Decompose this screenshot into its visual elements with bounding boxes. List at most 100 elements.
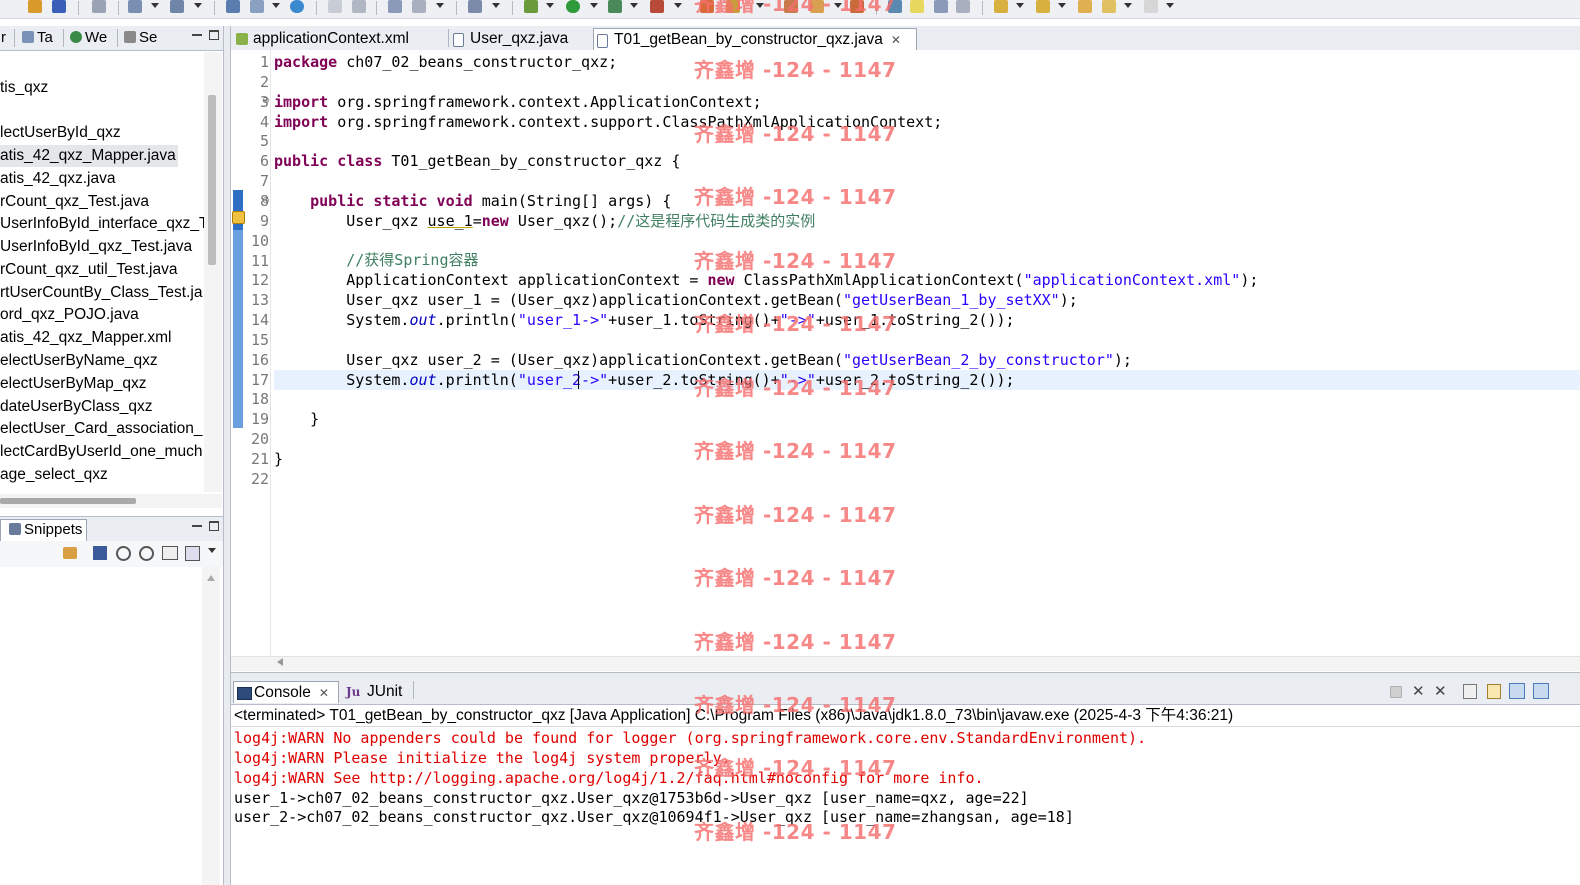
tab-console[interactable]: Console ✕ — [233, 681, 339, 703]
close-icon[interactable]: ✕ — [319, 682, 329, 704]
tree-item[interactable]: electUserByMap_qxz — [0, 373, 146, 395]
left-sash[interactable] — [223, 26, 231, 885]
tree-item[interactable]: UserInfoById_interface_qxz_T — [0, 213, 204, 235]
tab-servers[interactable]: Se — [124, 28, 157, 48]
tab-web[interactable]: We — [70, 28, 107, 48]
tab-tasks[interactable]: Ta — [22, 28, 53, 48]
tree-item[interactable]: dateUserByClass_qxz — [0, 396, 152, 418]
tab-snippets[interactable]: Snippets — [0, 519, 88, 541]
chevron-down-icon[interactable] — [1016, 3, 1024, 8]
build-icon[interactable] — [388, 0, 402, 13]
warning-icon[interactable] — [232, 211, 245, 224]
word-wrap-icon[interactable] — [1509, 683, 1525, 699]
forward-icon[interactable] — [1144, 0, 1158, 13]
globe-icon[interactable] — [290, 0, 304, 13]
zoom-100-icon[interactable] — [162, 546, 178, 560]
chevron-down-icon[interactable] — [1166, 3, 1174, 8]
new-package-icon[interactable] — [726, 0, 740, 13]
coverage-icon[interactable] — [608, 0, 622, 13]
search-icon[interactable] — [888, 0, 902, 13]
chevron-down-icon[interactable] — [546, 3, 554, 8]
chevron-down-icon[interactable] — [272, 3, 280, 8]
chevron-down-icon[interactable] — [674, 3, 682, 8]
chevron-down-icon[interactable] — [194, 3, 202, 8]
new-interface-icon[interactable] — [810, 0, 824, 13]
tree-item[interactable]: age_select_qxz — [0, 464, 108, 486]
minimize-icon[interactable] — [192, 525, 202, 527]
open-file-icon[interactable] — [250, 0, 264, 13]
scroll-lock-icon[interactable] — [1487, 684, 1501, 699]
pin-console-icon[interactable] — [1533, 683, 1549, 699]
debug-icon[interactable] — [524, 0, 538, 13]
tree-item[interactable]: UserInfoById_qxz_Test.java — [0, 236, 192, 258]
maximize-icon[interactable] — [209, 30, 219, 40]
chevron-down-icon[interactable] — [756, 3, 764, 8]
fit-icon[interactable] — [185, 546, 200, 561]
chevron-down-icon[interactable] — [1058, 3, 1066, 8]
tree-item[interactable]: tis_qxz — [0, 77, 48, 99]
chevron-down-icon[interactable] — [492, 3, 500, 8]
tree-item[interactable]: lectCardByUserId_one_much — [0, 441, 202, 463]
maximize-icon[interactable] — [209, 521, 219, 531]
view-menu-icon[interactable] — [208, 548, 216, 553]
next-annotation-icon[interactable] — [994, 0, 1008, 13]
run-icon[interactable] — [566, 0, 580, 13]
tree-item[interactable]: atis_42_qxz_Mapper.java — [0, 145, 178, 167]
tree-item[interactable]: atis_42_qxz_Mapper.xml — [0, 327, 171, 349]
wizard-icon[interactable] — [128, 0, 142, 13]
tree-item[interactable]: lectUserById_qxz — [0, 122, 121, 144]
back-icon[interactable] — [1102, 0, 1116, 13]
fold-toggle-icon[interactable]: ⊖ — [262, 190, 270, 210]
clean-icon[interactable] — [412, 0, 426, 13]
chevron-down-icon[interactable] — [630, 3, 638, 8]
close-icon[interactable]: ✕ — [891, 29, 901, 51]
tab-user-qxz-java[interactable]: User_qxz.java — [450, 28, 592, 50]
tree-item[interactable]: ord_qxz_POJO.java — [0, 304, 139, 326]
clear-console-icon[interactable] — [1463, 684, 1477, 699]
tree-item[interactable]: rtUserCountBy_Class_Test.ja — [0, 282, 202, 304]
explorer-vertical-scroll-thumb[interactable] — [208, 95, 216, 265]
explorer-horizontal-scroll-thumb[interactable] — [0, 498, 136, 504]
open-type-icon[interactable] — [226, 0, 240, 13]
grid-icon[interactable] — [93, 546, 107, 560]
scroll-left-icon[interactable] — [277, 658, 283, 666]
toggle-mark-icon[interactable] — [934, 0, 948, 13]
tab-junit[interactable]: Ju JUnit — [343, 681, 415, 703]
open-task-icon[interactable] — [850, 0, 864, 13]
new-icon[interactable] — [28, 0, 42, 13]
history-icon[interactable] — [352, 0, 366, 13]
last-edit-icon[interactable] — [1078, 0, 1092, 13]
tree-item[interactable]: electUserByName_qxz — [0, 350, 158, 372]
chevron-down-icon[interactable] — [1124, 3, 1132, 8]
tree-item[interactable]: rCount_qxz_util_Test.java — [0, 259, 178, 281]
tree-item[interactable]: rCount_qxz_Test.java — [0, 191, 149, 213]
chevron-down-icon[interactable] — [436, 3, 444, 8]
show-whitespace-icon[interactable] — [956, 0, 970, 13]
scroll-up-icon[interactable] — [207, 575, 215, 581]
fold-toggle-icon[interactable]: ⊖ — [262, 90, 270, 110]
zoom-out-icon[interactable] — [116, 546, 131, 561]
external-tools-icon[interactable] — [650, 0, 664, 13]
minimize-icon[interactable] — [192, 34, 202, 36]
remove-all-terminated-icon[interactable]: ✕ — [1434, 682, 1447, 700]
chevron-down-icon[interactable] — [834, 3, 842, 8]
sync-icon[interactable] — [63, 547, 77, 559]
snippets-vertical-scrollbar[interactable] — [202, 567, 220, 885]
tab-package-explorer[interactable]: r — [1, 28, 6, 48]
terminate-icon[interactable] — [1390, 686, 1402, 698]
perspective-icon[interactable] — [468, 0, 482, 13]
tree-item[interactable]: electUser_Card_association_ — [0, 418, 202, 440]
editor-horizontal-scrollbar[interactable] — [231, 656, 1580, 671]
chevron-down-icon[interactable] — [590, 3, 598, 8]
task-icon[interactable] — [328, 0, 342, 13]
tree-item[interactable]: atis_42_qxz.java — [0, 168, 115, 190]
tab-t01-getbean-java[interactable]: T01_getBean_by_constructor_qxz.java ✕ — [593, 28, 917, 50]
tab-applicationcontext-xml[interactable]: applicationContext.xml — [233, 28, 449, 50]
server-icon[interactable] — [170, 0, 184, 13]
edit-icon[interactable] — [910, 0, 924, 13]
chevron-down-icon[interactable] — [151, 3, 159, 8]
previous-annotation-icon[interactable] — [1036, 0, 1050, 13]
new-java-project-icon[interactable] — [700, 0, 714, 13]
save-icon[interactable] — [52, 0, 66, 13]
new-class-icon[interactable] — [784, 0, 798, 13]
